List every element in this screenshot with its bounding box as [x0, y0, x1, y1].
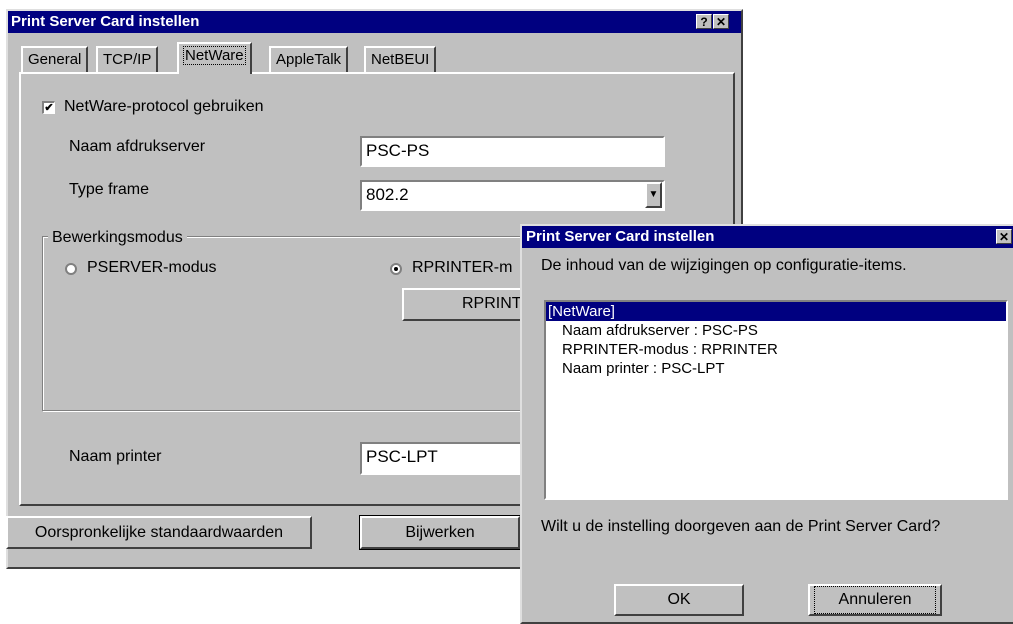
server-name-label: Naam afdrukserver: [69, 138, 206, 155]
rprinter-settings-label: RPRINT: [462, 295, 522, 312]
rprinter-label: RPRINTER-m: [412, 259, 513, 276]
check-mark-icon: ✔: [44, 102, 54, 114]
rprinter-radio[interactable]: [390, 263, 402, 275]
printer-name-label: Naam printer: [69, 448, 162, 465]
frame-type-label: Type frame: [69, 181, 150, 198]
rprinter-settings-button[interactable]: RPRINT: [402, 288, 532, 321]
printer-name-field[interactable]: PSC-LPT: [360, 442, 530, 475]
dialog-titlebar[interactable]: Print Server Card instellen: [522, 226, 1013, 248]
frame-type-select[interactable]: 802.2: [360, 180, 665, 211]
dialog-title: Print Server Card instellen: [526, 228, 715, 245]
netware-protocol-label: NetWare-protocol gebruiken: [64, 98, 264, 115]
pserver-label: PSERVER-modus: [87, 259, 217, 276]
pserver-radio[interactable]: [65, 263, 77, 275]
frame-type-value: 802.2: [366, 185, 409, 204]
chevron-down-icon[interactable]: ▼: [645, 182, 662, 208]
dialog-close-icon[interactable]: ✕: [996, 229, 1012, 244]
restore-defaults-button[interactable]: Oorspronkelijke standaardwaarden: [6, 516, 312, 549]
server-name-field[interactable]: PSC-PS: [360, 136, 665, 167]
confirm-dialog: Print Server Card instellen ✕: [520, 224, 1013, 624]
update-button[interactable]: Bijwerken: [359, 515, 521, 550]
netware-protocol-checkbox[interactable]: ✔: [42, 101, 55, 114]
operation-mode-label: Bewerkingsmodus: [48, 229, 187, 247]
